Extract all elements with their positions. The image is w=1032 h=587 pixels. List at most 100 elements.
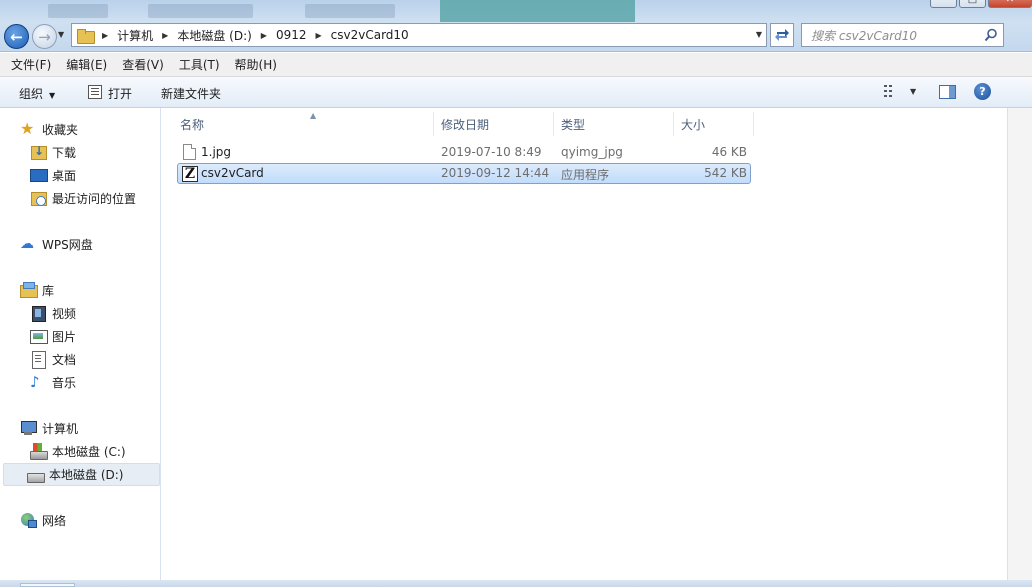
menu-help[interactable]: 帮助(H): [235, 56, 277, 73]
command-bar: 组织 ▼ 打开 新建文件夹 ▼ ?: [0, 77, 1032, 108]
computer-icon: [20, 420, 37, 436]
ghost-tab: [148, 4, 253, 18]
breadcrumb-csv2vcard10[interactable]: csv2vCard10: [331, 28, 409, 42]
maximize-button[interactable]: □: [959, 0, 986, 8]
preview-pane-icon[interactable]: [939, 85, 956, 99]
nav-label: 音乐: [52, 375, 77, 390]
organize-button[interactable]: 组织 ▼: [19, 85, 55, 102]
nav-libraries[interactable]: 库: [20, 280, 54, 300]
menu-file[interactable]: 文件(F): [11, 56, 51, 73]
column-label: 修改日期: [441, 117, 490, 132]
ghost-tab: [305, 4, 395, 18]
nav-pictures[interactable]: 图片: [30, 326, 76, 346]
nav-music[interactable]: ♪ 音乐: [30, 372, 76, 392]
breadcrumb-0912[interactable]: 0912: [276, 28, 307, 42]
file-type: qyimg_jpg: [561, 145, 623, 159]
view-dropdown-icon[interactable]: ▼: [910, 87, 916, 96]
vertical-scrollbar[interactable]: [1007, 108, 1032, 580]
breadcrumb-drive-d[interactable]: 本地磁盘 (D:): [177, 27, 251, 44]
chevron-right-icon[interactable]: ▶: [261, 31, 267, 40]
file-type: 应用程序: [561, 168, 610, 182]
column-header-size[interactable]: 大小: [675, 112, 754, 136]
nav-computer[interactable]: 计算机: [20, 418, 78, 438]
file-modified: 2019-09-12 14:44: [441, 166, 550, 180]
network-icon: [20, 512, 37, 528]
ghost-tab: [48, 4, 108, 18]
system-drive-icon: [30, 443, 48, 460]
nav-network[interactable]: 网络: [20, 510, 66, 530]
chevron-down-icon: ▼: [49, 91, 56, 100]
file-name: csv2vCard: [201, 166, 264, 180]
nav-drive-d[interactable]: 本地磁盘 (D:): [3, 463, 160, 486]
chevron-right-icon[interactable]: ▶: [102, 31, 108, 40]
column-header-modified[interactable]: 修改日期: [435, 112, 554, 136]
nav-label: 本地磁盘 (D:): [49, 468, 124, 482]
chevron-right-icon[interactable]: ▶: [316, 31, 322, 40]
search-icon[interactable]: [984, 28, 998, 42]
open-icon[interactable]: [88, 85, 102, 99]
active-background-window: [440, 0, 635, 22]
nav-videos[interactable]: 视频: [30, 303, 76, 323]
nav-favorites[interactable]: ★ 收藏夹: [20, 119, 78, 139]
menu-edit[interactable]: 编辑(E): [66, 56, 107, 73]
nav-label: 文档: [52, 352, 77, 367]
nav-label: 桌面: [52, 168, 77, 183]
picture-icon: [30, 328, 48, 344]
refresh-button[interactable]: [770, 23, 794, 47]
nav-downloads[interactable]: 下载: [30, 142, 76, 162]
nav-label: 最近访问的位置: [52, 191, 137, 206]
recent-places-icon: [30, 190, 47, 206]
cloud-icon: ☁: [20, 236, 34, 252]
application-icon: Z: [182, 166, 198, 182]
status-bar: [0, 580, 1032, 587]
window-controls: – □ ✕: [928, 0, 1032, 8]
nav-label: 库: [42, 283, 55, 298]
search-placeholder: 搜索 csv2vCard10: [811, 28, 918, 43]
file-size: 542 KB: [704, 166, 747, 180]
open-button[interactable]: 打开: [108, 85, 132, 102]
file-name: 1.jpg: [201, 145, 232, 159]
nav-label: 计算机: [42, 421, 79, 436]
search-input[interactable]: 搜索 csv2vCard10: [801, 23, 1004, 47]
download-folder-icon: [30, 144, 47, 160]
back-button[interactable]: ←: [4, 24, 29, 49]
nav-desktop[interactable]: 桌面: [30, 165, 76, 185]
nav-documents[interactable]: 文档: [30, 349, 76, 369]
menu-tools[interactable]: 工具(T): [179, 56, 220, 73]
forward-button[interactable]: →: [32, 24, 57, 49]
nav-label: 视频: [52, 306, 77, 321]
nav-drive-c[interactable]: 本地磁盘 (C:): [30, 441, 126, 461]
recent-pages-dropdown-icon[interactable]: ▼: [58, 30, 64, 39]
nav-label: 本地磁盘 (C:): [52, 444, 126, 459]
video-icon: [30, 305, 46, 322]
menu-bar: 文件(F) 编辑(E) 查看(V) 工具(T) 帮助(H): [0, 53, 1032, 77]
nav-label: 网络: [42, 513, 67, 528]
help-icon[interactable]: ?: [974, 83, 991, 100]
nav-label: 收藏夹: [42, 122, 79, 137]
nav-label: WPS网盘: [42, 237, 93, 252]
file-size: 46 KB: [711, 145, 747, 159]
close-button[interactable]: ✕: [988, 0, 1032, 8]
address-bar[interactable]: ▶ 计算机 ▶ 本地磁盘 (D:) ▶ 0912 ▶ csv2vCard10 ▼: [71, 23, 767, 47]
title-bar: – □ ✕: [0, 0, 1032, 22]
chevron-right-icon[interactable]: ▶: [162, 31, 168, 40]
address-row: ← → ▼ ▶ 计算机 ▶ 本地磁盘 (D:) ▶ 0912 ▶ csv2vCa…: [0, 22, 1032, 52]
nav-recent-places[interactable]: 最近访问的位置: [30, 188, 136, 208]
table-row[interactable]: 1.jpg 2019-07-10 8:49 qyimg_jpg 46 KB: [177, 142, 751, 163]
breadcrumb-computer[interactable]: 计算机: [117, 27, 153, 44]
menu-view[interactable]: 查看(V): [122, 56, 164, 73]
minimize-button[interactable]: –: [930, 0, 957, 8]
navigation-pane: ★ 收藏夹 下载 桌面 最近访问的位置 ☁ WPS网盘 库 视频 图片 文档 ♪…: [0, 108, 161, 580]
star-icon: ★: [20, 119, 35, 138]
desktop-icon: [30, 167, 48, 183]
new-folder-button[interactable]: 新建文件夹: [161, 85, 221, 102]
view-options-icon[interactable]: [884, 85, 900, 97]
file-modified: 2019-07-10 8:49: [441, 145, 542, 159]
column-header-type[interactable]: 类型: [555, 112, 674, 136]
column-header-name[interactable]: 名称 ▲: [174, 111, 434, 136]
folder-icon: [77, 28, 95, 44]
table-row[interactable]: Z csv2vCard 2019-09-12 14:44 应用程序 542 KB: [177, 163, 751, 184]
nav-wps-cloud[interactable]: ☁ WPS网盘: [20, 234, 93, 254]
address-dropdown-icon[interactable]: ▼: [756, 30, 762, 39]
file-list: 名称 ▲ 修改日期 类型 大小 1.jpg 2019-07-10 8:49 qy…: [162, 108, 1007, 580]
